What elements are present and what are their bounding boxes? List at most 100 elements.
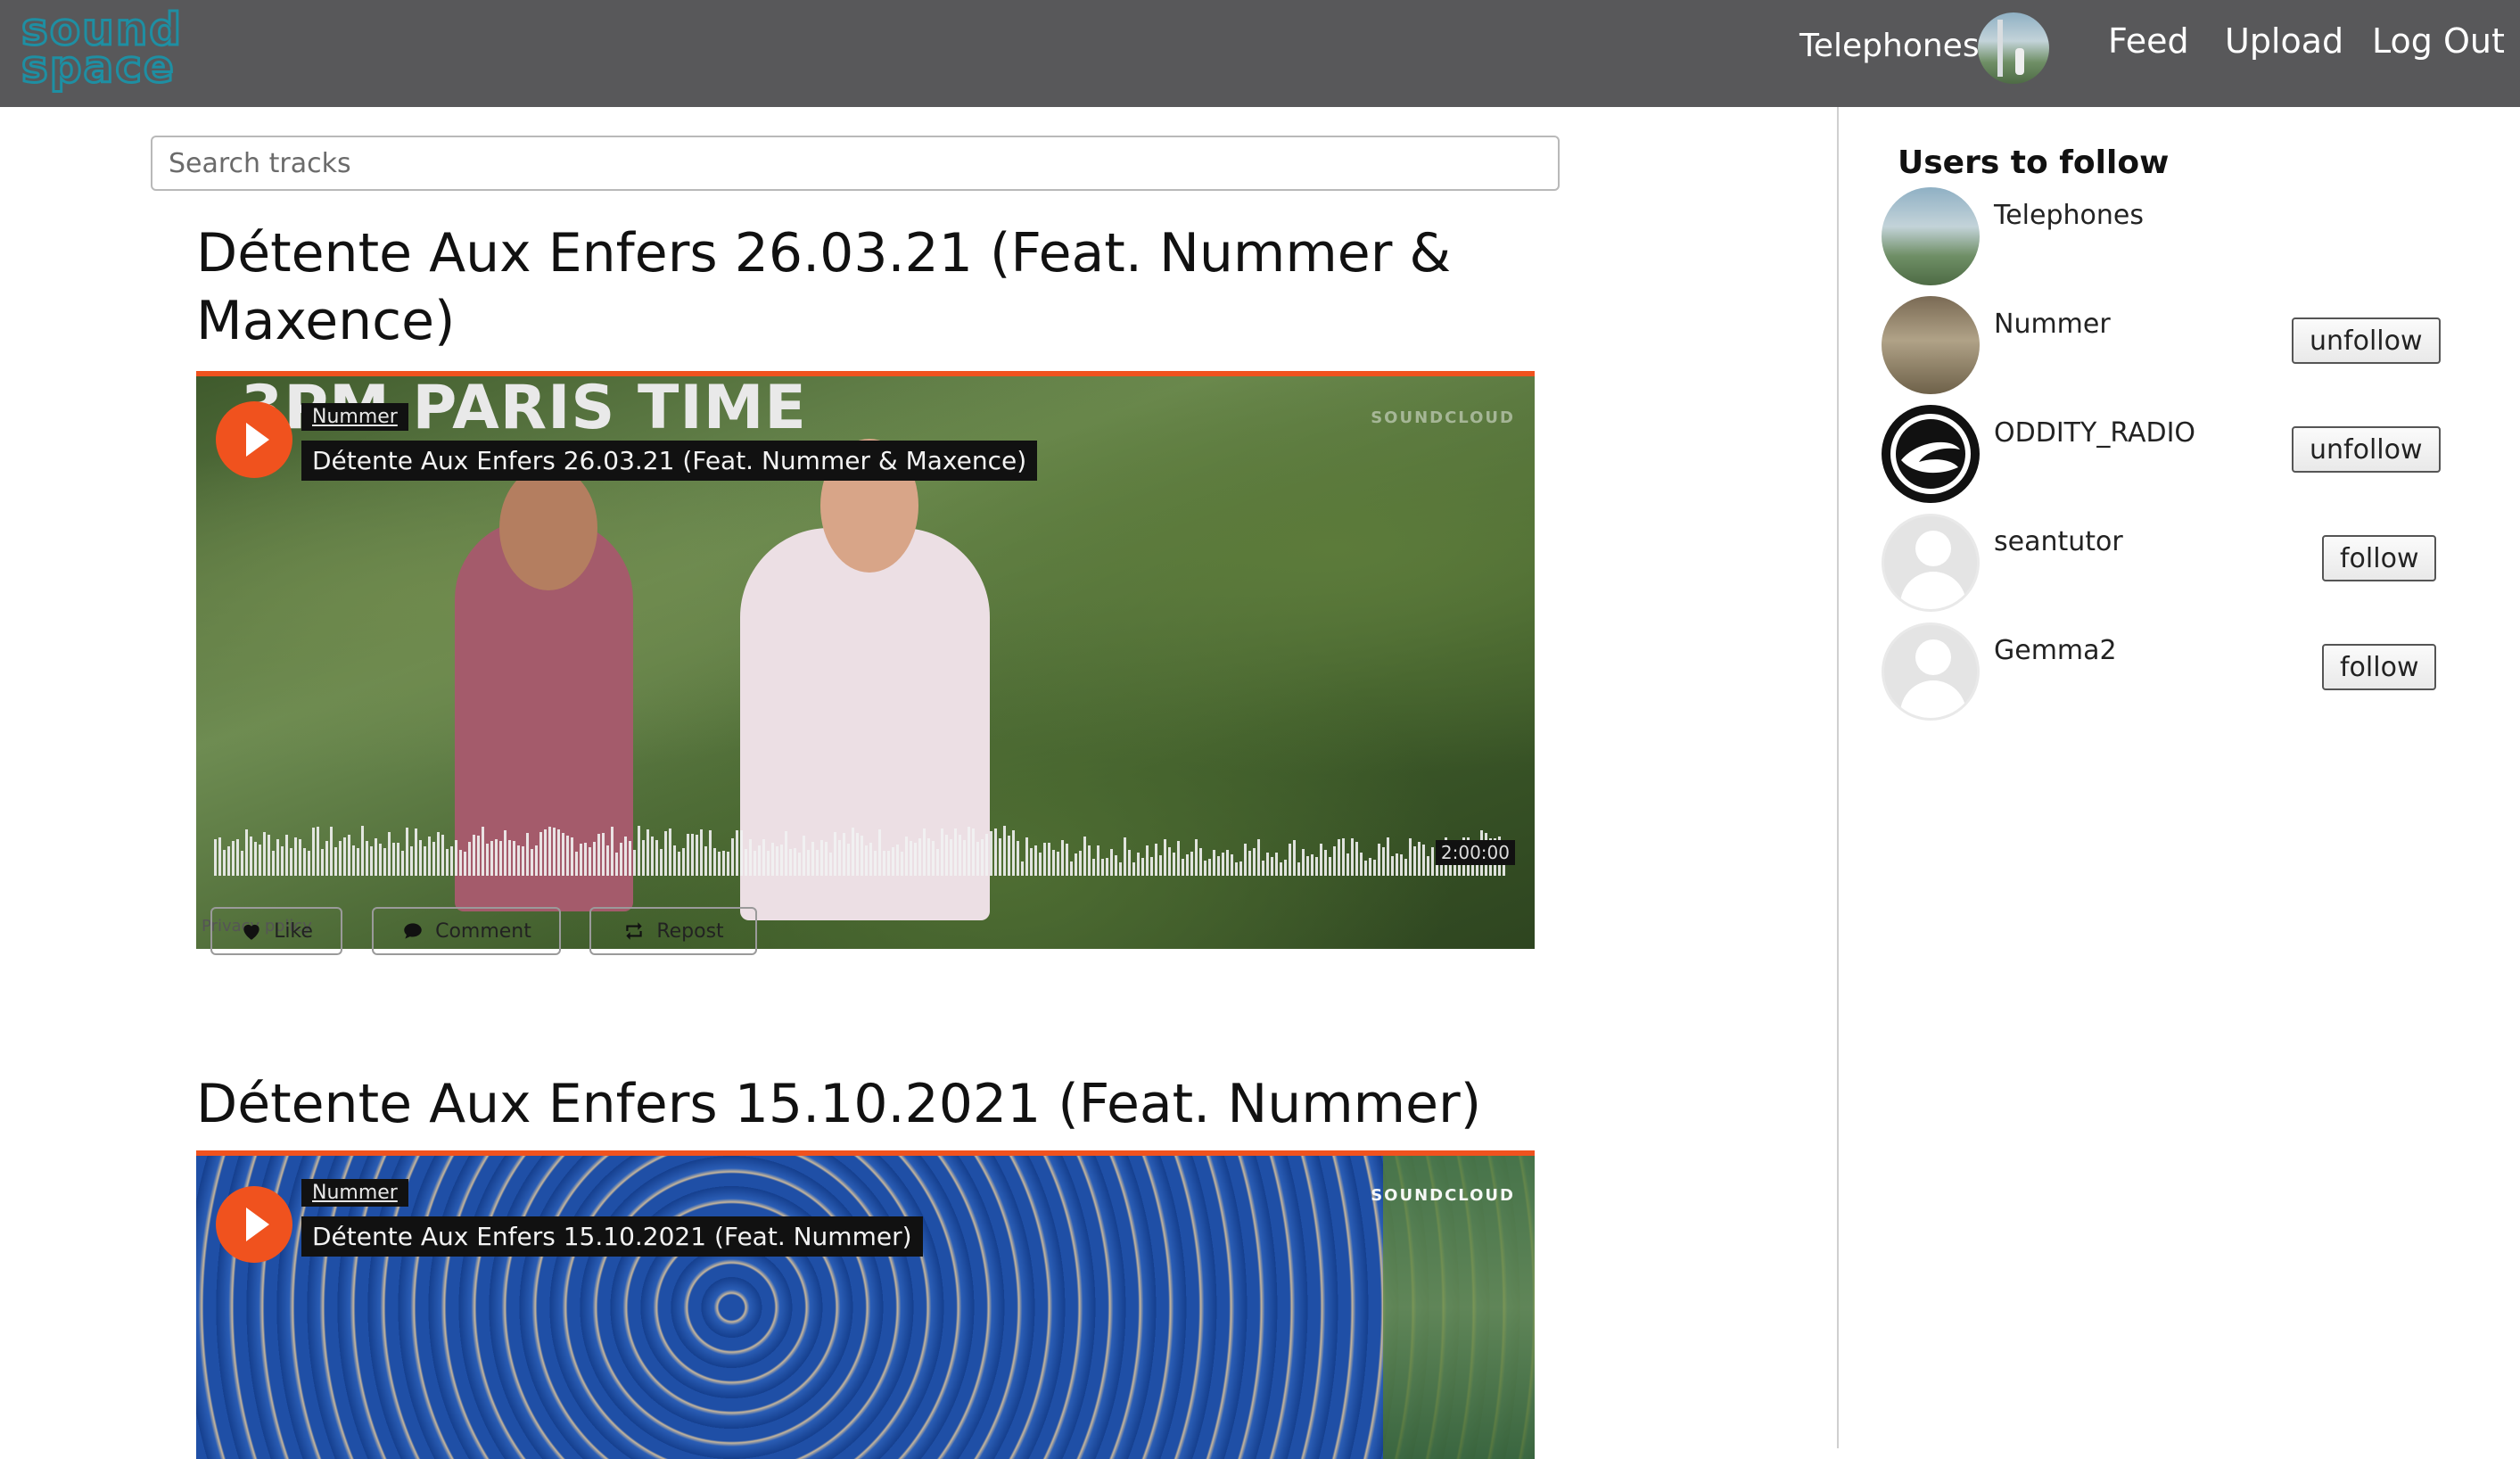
waveform-bar (575, 852, 578, 876)
suggested-user: Nummer unfollow (1882, 296, 2488, 398)
waveform-bar (597, 834, 600, 876)
waveform-bar (415, 828, 417, 876)
waveform-bar (1092, 859, 1095, 876)
waveform-bar (312, 828, 315, 876)
waveform-bar (1355, 842, 1358, 876)
waveform-bar (655, 840, 658, 876)
player-track-title[interactable]: Détente Aux Enfers 26.03.21 (Feat. Numme… (301, 441, 1038, 481)
waveform-bar (410, 846, 413, 876)
waveform-bar (1182, 859, 1184, 876)
default-avatar-icon[interactable] (1882, 622, 1980, 721)
waveform-bar (865, 845, 868, 876)
waveform-bar (754, 851, 756, 876)
track-title: Détente Aux Enfers 15.10.2021 (Feat. Num… (196, 1073, 1482, 1135)
waveform-bar (557, 829, 560, 876)
waveform-bar (392, 843, 395, 876)
waveform-bar (1213, 850, 1215, 876)
like-button[interactable]: Like (210, 907, 342, 955)
nav-logout-link[interactable]: Log Out (2372, 20, 2505, 62)
soundcloud-player[interactable]: 3PM PARIS TIME Nummer Détente Aux Enfers… (196, 371, 1535, 949)
user-name[interactable]: ODDITY_RADIO (1994, 417, 2195, 449)
user-avatar[interactable] (1882, 405, 1980, 503)
search-input[interactable] (151, 136, 1560, 191)
waveform-bar (508, 840, 511, 876)
user-name[interactable]: seantutor (1994, 526, 2123, 557)
current-user-avatar[interactable] (1978, 12, 2049, 84)
waveform-bar (829, 853, 832, 876)
user-avatar[interactable] (1882, 296, 1980, 394)
waveform-bar (1146, 845, 1149, 876)
waveform-bar (437, 832, 440, 876)
waveform-bar (268, 835, 270, 876)
waveform-bar (1159, 855, 1162, 876)
waveform-bar (976, 842, 979, 876)
suggested-user: Gemma2 follow (1882, 622, 2488, 724)
waveform-bar (526, 833, 529, 876)
player-track-title[interactable]: Détente Aux Enfers 15.10.2021 (Feat. Num… (301, 1216, 923, 1257)
soundcloud-player[interactable]: Nummer Détente Aux Enfers 15.10.2021 (Fe… (196, 1150, 1535, 1459)
unfollow-button[interactable]: unfollow (2292, 317, 2441, 364)
waveform-bar (1186, 854, 1189, 876)
repost-button[interactable]: Repost (589, 907, 757, 955)
waveform-bar (615, 853, 618, 876)
waveform-bar (504, 830, 506, 876)
waveform-bar (838, 840, 841, 876)
repost-icon (626, 922, 642, 940)
waveform-bar (1173, 853, 1175, 876)
nav-upload-link[interactable]: Upload (2225, 20, 2343, 62)
waveform-bar (606, 845, 609, 876)
current-username[interactable]: Telephones (1799, 25, 1980, 78)
user-name[interactable]: Nummer (1994, 309, 2111, 340)
waveform-bar (642, 840, 645, 876)
track-artist-link[interactable]: Nummer (301, 1179, 408, 1207)
waveform-bar (1413, 846, 1416, 876)
waveform-bar (535, 845, 538, 876)
unfollow-button[interactable]: unfollow (2292, 426, 2441, 473)
waveform-bar (713, 848, 716, 876)
waveform-bar (308, 851, 310, 876)
track-artist-link[interactable]: Nummer (301, 403, 408, 431)
waveform-bar (1364, 861, 1367, 876)
user-name[interactable]: Gemma2 (1994, 635, 2117, 666)
waveform-bar (1369, 858, 1371, 876)
nav-feed-link[interactable]: Feed (2108, 20, 2189, 62)
soundcloud-logo[interactable]: SOUNDCLOUD (1371, 408, 1515, 427)
waveform-bar (580, 844, 582, 876)
user-name[interactable]: Telephones (1994, 200, 2144, 231)
avatar-pole-shape (1997, 20, 2003, 77)
user-avatar[interactable] (1882, 187, 1980, 285)
waveform-bar (473, 835, 475, 876)
comment-button[interactable]: Comment (372, 907, 561, 955)
waveform-bar (1311, 854, 1314, 876)
waveform-bar (343, 837, 346, 876)
waveform-bar (1039, 853, 1042, 876)
waveform-bar (424, 846, 426, 876)
waveform-bar (945, 835, 948, 876)
waveform-bar (1204, 861, 1206, 876)
waveform-bar (673, 845, 676, 876)
waveform-bar (334, 847, 337, 876)
waveform-bar (486, 844, 489, 876)
follow-button[interactable]: follow (2322, 535, 2437, 581)
waveform-bar (767, 851, 770, 876)
waveform-bar (923, 828, 926, 876)
soundcloud-logo[interactable]: SOUNDCLOUD (1371, 1186, 1515, 1205)
waveform-bar (1342, 838, 1345, 876)
waveform-bar (450, 846, 453, 876)
waveform-bar (1164, 839, 1166, 876)
waveform-bar (1141, 858, 1144, 876)
waveform-bar (1083, 837, 1086, 876)
waveform[interactable] (214, 822, 1516, 876)
waveform-bar (285, 835, 288, 876)
soundspace-logo[interactable]: sound space (21, 6, 235, 91)
default-avatar-icon[interactable] (1882, 514, 1980, 612)
play-button[interactable] (216, 401, 292, 478)
waveform-bar (1266, 853, 1269, 876)
waveform-bar (281, 846, 284, 876)
waveform-bar (1248, 851, 1251, 876)
waveform-bar (1097, 845, 1099, 876)
follow-button[interactable]: follow (2322, 644, 2437, 690)
waveform-bar (959, 835, 961, 876)
play-button[interactable] (216, 1186, 292, 1263)
waveform-bar (807, 850, 810, 876)
